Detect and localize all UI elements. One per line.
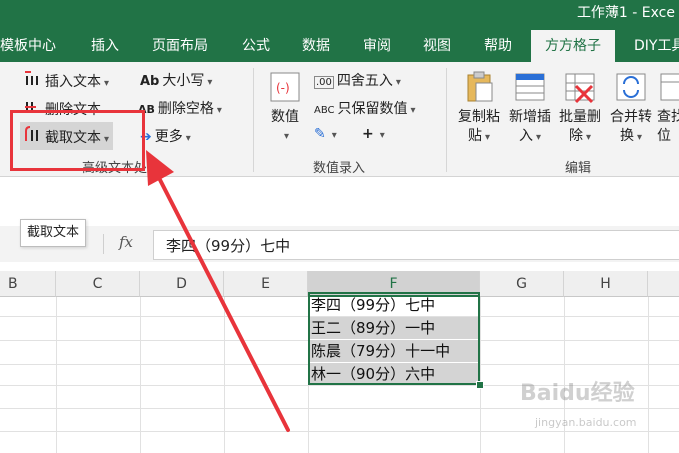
watermark-logo: Baidu经验 bbox=[520, 381, 635, 406]
watermark-url: jingyan.baidu.com bbox=[535, 416, 637, 429]
